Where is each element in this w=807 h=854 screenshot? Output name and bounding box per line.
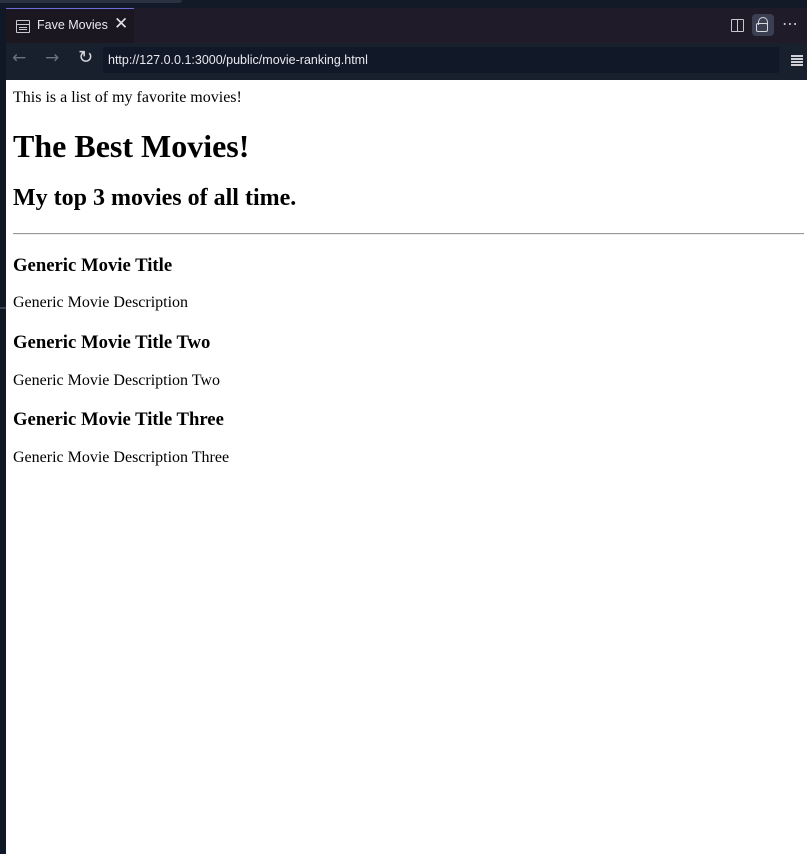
tab-fave-movies[interactable]: Fave Movies ✕: [6, 8, 134, 43]
page-viewport: This is a list of my favorite movies! Th…: [6, 80, 807, 854]
movie-title: Generic Movie Title: [13, 255, 173, 276]
window-top-strip: [0, 0, 807, 8]
tab-title: Fave Movies: [37, 18, 108, 32]
lock-button[interactable]: [752, 14, 774, 36]
intro-text: This is a list of my favorite movies!: [13, 89, 242, 106]
movie-title: Generic Movie Title Two: [13, 332, 211, 353]
forward-arrow-icon[interactable]: →: [45, 50, 59, 67]
split-editor-icon[interactable]: [731, 19, 744, 32]
close-icon[interactable]: ✕: [114, 16, 128, 33]
page-title: The Best Movies!: [13, 128, 250, 164]
more-icon[interactable]: ⋯: [782, 14, 799, 33]
menu-icon[interactable]: [791, 55, 803, 66]
tab-bar: Fave Movies ✕ ⋯: [6, 8, 807, 43]
horizontal-rule: [13, 233, 804, 235]
reload-icon[interactable]: ↻: [78, 49, 93, 67]
url-input[interactable]: http://127.0.0.1:3000/public/movie-ranki…: [103, 47, 779, 73]
lock-icon-body: [756, 23, 768, 32]
movie-description: Generic Movie Description Two: [13, 372, 220, 389]
page-subtitle: My top 3 movies of all time.: [13, 185, 297, 211]
movie-description: Generic Movie Description Three: [13, 449, 230, 466]
window-strip-tab: [0, 0, 182, 3]
back-arrow-icon[interactable]: ←: [12, 50, 26, 67]
movie-description: Generic Movie Description: [13, 294, 189, 311]
navigation-bar: ← → ↻ http://127.0.0.1:3000/public/movie…: [6, 43, 807, 80]
movie-title: Generic Movie Title Three: [13, 409, 224, 430]
page-icon: [16, 20, 30, 33]
